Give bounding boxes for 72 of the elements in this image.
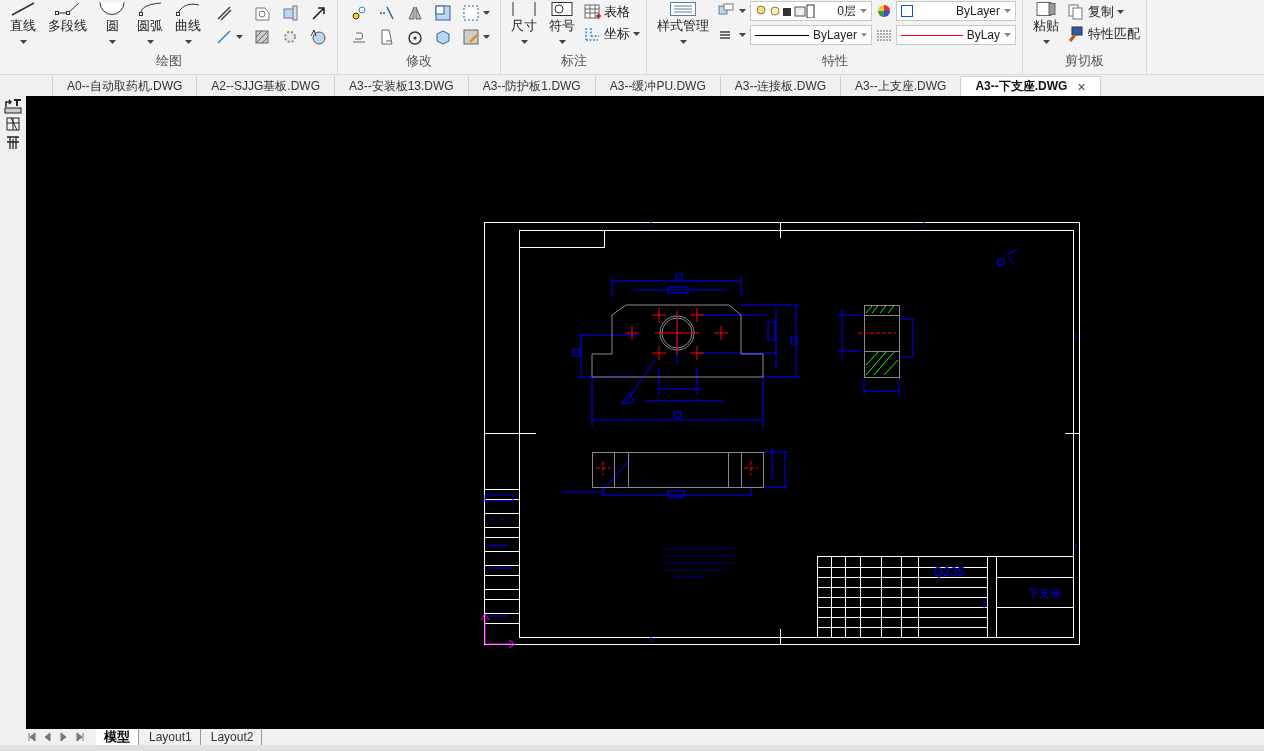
- part-name-text: 下支座: [1028, 587, 1061, 599]
- table-icon: [583, 3, 601, 21]
- panel-title: 剪切板: [1064, 52, 1105, 70]
- ribbon-button[interactable]: 样式管理: [653, 0, 713, 44]
- coordinate-icon: [583, 25, 601, 43]
- caret-icon: [108, 40, 116, 44]
- circle-icon[interactable]: [309, 28, 327, 46]
- color-wheel-icon[interactable]: [876, 3, 892, 19]
- caret-icon: [146, 40, 154, 44]
- frame-icon[interactable]: [5, 134, 21, 150]
- panel-title: 绘图: [154, 52, 183, 70]
- property-dropdown[interactable]: ByLay: [896, 25, 1016, 45]
- trim-icon[interactable]: [378, 4, 396, 22]
- panel-title: 修改: [405, 52, 433, 70]
- ribbon-button[interactable]: 坐标: [583, 25, 640, 43]
- dimension-icon: [511, 2, 537, 16]
- caret-icon[interactable]: [483, 11, 490, 15]
- panel-title: 特性: [820, 52, 849, 70]
- caret-icon[interactable]: [236, 35, 243, 39]
- caret-icon[interactable]: [739, 33, 746, 37]
- property-dropdown[interactable]: 0层: [750, 1, 872, 21]
- copy-icon: [1067, 3, 1085, 21]
- document-tab[interactable]: A3--下支座.DWG ×: [960, 76, 1101, 96]
- caret-icon: [520, 40, 528, 44]
- caret-icon: [558, 40, 566, 44]
- match-brush-icon: [1067, 25, 1085, 43]
- ribbon-button[interactable]: 圆: [95, 0, 129, 44]
- layout-tab[interactable]: 模型: [96, 729, 139, 745]
- rotate-icon[interactable]: [406, 28, 424, 46]
- ribbon-button[interactable]: 粘贴: [1029, 0, 1063, 44]
- caret-icon[interactable]: [483, 35, 490, 39]
- cylinder-icon[interactable]: [281, 4, 299, 22]
- polygon-icon[interactable]: [253, 4, 271, 22]
- ribbon-button[interactable]: 复制: [1067, 3, 1140, 21]
- ribbon-button[interactable]: 尺寸: [507, 0, 541, 44]
- ribbon-button[interactable]: 曲线: [171, 0, 205, 44]
- grid-icon[interactable]: [5, 116, 21, 132]
- stretch-icon[interactable]: [378, 28, 396, 46]
- caret-icon: [860, 33, 867, 37]
- ribbon-button[interactable]: 特性匹配: [1067, 25, 1140, 43]
- material-text: Q235: [933, 564, 965, 579]
- layer-state-icons: [755, 4, 815, 18]
- ribbon-button[interactable]: 直线: [6, 0, 40, 44]
- parallel-lines-icon[interactable]: [215, 4, 233, 22]
- ribbon-button[interactable]: 符号: [545, 0, 579, 44]
- mirror-icon[interactable]: [406, 4, 424, 22]
- panel-title: 标注: [559, 52, 588, 70]
- ribbon-button[interactable]: 多段线: [44, 0, 91, 35]
- toolbox-icon[interactable]: [3, 98, 23, 114]
- property-dropdown[interactable]: ByLayer: [896, 1, 1016, 21]
- caret-icon: [1004, 9, 1011, 13]
- caret-icon: [860, 9, 867, 13]
- caret-icon: [1004, 33, 1011, 37]
- caret-icon: [633, 32, 640, 36]
- caret-icon: [184, 40, 192, 44]
- box-icon[interactable]: [434, 28, 452, 46]
- square-icon[interactable]: [434, 4, 452, 22]
- hatch-icon[interactable]: [253, 28, 271, 46]
- first-icon[interactable]: [26, 731, 38, 743]
- caret-icon: [679, 40, 687, 44]
- close-button[interactable]: ×: [1077, 78, 1086, 95]
- property-dropdown[interactable]: ByLayer: [750, 25, 872, 45]
- last-icon[interactable]: [74, 731, 86, 743]
- ribbon-button[interactable]: 圆弧: [133, 0, 167, 44]
- ribbon-button[interactable]: 表格: [583, 3, 640, 21]
- caret-icon: [1117, 10, 1124, 14]
- line-icon: [10, 2, 36, 16]
- previous-icon[interactable]: [42, 731, 54, 743]
- move-icon[interactable]: [350, 4, 368, 22]
- caret-icon: [19, 40, 27, 44]
- caret-icon[interactable]: [739, 9, 746, 13]
- caret-icon: [1042, 40, 1050, 44]
